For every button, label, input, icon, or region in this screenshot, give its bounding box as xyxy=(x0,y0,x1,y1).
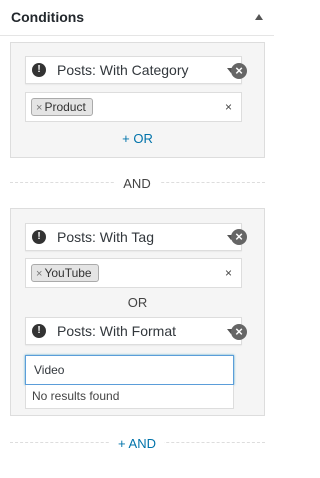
search-input-value: Video xyxy=(34,363,65,377)
rule-select-tag[interactable]: ! Posts: With Tag xyxy=(25,223,242,251)
exclamation-icon: ! xyxy=(32,230,46,244)
add-or-link[interactable]: + OR xyxy=(11,131,264,146)
rule-select-label: Posts: With Tag xyxy=(57,229,155,245)
clear-tags-icon[interactable]: × xyxy=(225,100,232,114)
remove-rule-icon[interactable]: × xyxy=(231,229,247,245)
clear-tags-icon[interactable]: × xyxy=(225,266,232,280)
search-results-dropdown: No results found xyxy=(25,385,234,409)
tag-chip: × YouTube xyxy=(31,264,99,282)
remove-rule-icon[interactable]: × xyxy=(231,63,247,79)
condition-group-1: ! Posts: With Category × × Product × + OR xyxy=(10,42,265,158)
panel-title: Conditions xyxy=(11,9,85,25)
search-input[interactable]: Video xyxy=(25,355,234,385)
rule-select-label: Posts: With Category xyxy=(57,62,189,78)
tag-chip: × Product xyxy=(31,98,93,116)
tag-input-box[interactable]: × YouTube × xyxy=(25,258,242,288)
tag-remove-icon[interactable]: × xyxy=(36,268,42,280)
exclamation-icon: ! xyxy=(32,324,46,338)
collapse-icon[interactable] xyxy=(255,14,263,20)
rule-select-format[interactable]: ! Posts: With Format xyxy=(25,317,242,345)
tag-remove-icon[interactable]: × xyxy=(36,102,42,114)
rule-select-label: Posts: With Format xyxy=(57,323,177,339)
tag-input-box[interactable]: × Product × xyxy=(25,92,242,122)
condition-group-2: ! Posts: With Tag × × YouTube × OR ! Post… xyxy=(10,208,265,416)
rule-select-category[interactable]: ! Posts: With Category xyxy=(25,56,242,84)
conditions-panel-header[interactable]: Conditions xyxy=(0,0,274,36)
tag-chip-label: Product xyxy=(44,100,86,114)
and-separator-label: AND xyxy=(123,176,151,191)
no-results-message: No results found xyxy=(32,389,120,403)
exclamation-icon: ! xyxy=(32,63,46,77)
remove-rule-icon[interactable]: × xyxy=(231,324,247,340)
or-separator-label: OR xyxy=(127,295,148,310)
tag-chip-label: YouTube xyxy=(44,266,92,280)
add-and-link[interactable]: + AND xyxy=(0,436,274,451)
